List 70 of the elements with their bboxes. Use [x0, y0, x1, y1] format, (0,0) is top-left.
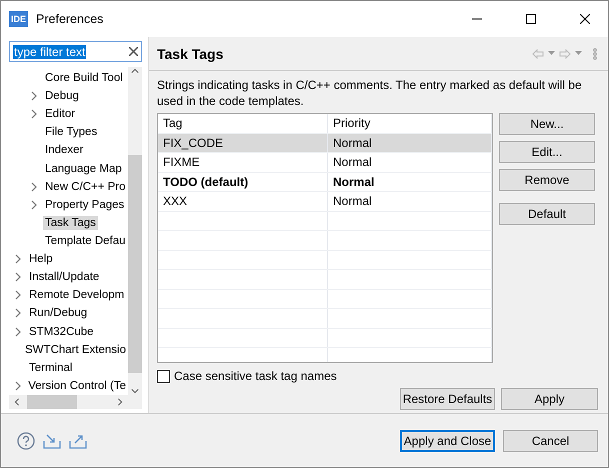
expand-chevron-icon [13, 380, 23, 391]
table-cell[interactable]: Normal [328, 134, 492, 152]
dialog-button[interactable]: Apply and Close [400, 430, 495, 452]
clear-icon[interactable] [129, 47, 138, 56]
description-text: Strings indicating tasks in C/C++ comments. The entry marked as default will be used in the code templates. [157, 77, 583, 109]
checkbox-label: Case sensitive task tag names [174, 369, 337, 383]
expand-chevron-icon [29, 91, 39, 102]
tree-item[interactable]: Task Tags [43, 216, 98, 230]
expand-chevron-icon [13, 254, 23, 264]
dropdown-icon[interactable] [548, 51, 555, 56]
close-icon [580, 14, 590, 24]
column-header[interactable]: Tag [158, 114, 328, 132]
page-button[interactable]: Apply [501, 388, 598, 410]
page-title: Task Tags [157, 46, 224, 62]
back-arrow-icon[interactable] [532, 48, 544, 58]
table-cell[interactable]: FIX_CODE [158, 134, 328, 152]
dropdown-icon[interactable] [575, 51, 582, 56]
tree-item[interactable]: Run/Debug [27, 306, 90, 320]
expand-chevron-icon [29, 182, 39, 192]
tree-item[interactable]: New C/C++ Pro [43, 180, 128, 194]
import-icon[interactable] [43, 432, 61, 448]
forward-arrow-icon[interactable] [559, 48, 571, 58]
tree-item[interactable]: Core Build Tool [43, 71, 125, 86]
tree-item[interactable]: Editor [43, 107, 78, 122]
tree-item[interactable]: Version Control (Te [26, 378, 128, 393]
tree-item[interactable]: Help [27, 252, 55, 266]
table-cell[interactable]: TODO (default) [158, 172, 328, 191]
scroll-right-icon [116, 398, 124, 406]
scroll-up-icon [131, 67, 139, 75]
app-logo: IDE [9, 11, 28, 27]
table-cell[interactable]: XXX [158, 192, 328, 210]
dialog-button[interactable]: Cancel [503, 430, 598, 452]
tree-item[interactable]: Indexer [43, 143, 86, 158]
window-title: Preferences [36, 12, 104, 26]
expand-chevron-icon [13, 272, 23, 282]
tree-item[interactable]: File Types [43, 125, 100, 140]
scroll-down-icon [131, 387, 139, 395]
help-icon[interactable] [17, 432, 35, 450]
table-action-button[interactable]: Default [499, 203, 595, 225]
tree-item[interactable]: Language Map [43, 162, 124, 176]
tree-item[interactable]: Property Pages [43, 198, 126, 212]
filter-field[interactable]: type filter text [9, 41, 142, 62]
table-cell[interactable]: Normal [328, 153, 492, 172]
expand-chevron-icon [13, 290, 23, 300]
expand-chevron-icon [13, 308, 23, 318]
page-button[interactable]: Restore Defaults [400, 388, 495, 410]
vertical-scrollbar[interactable] [128, 67, 142, 395]
tree-item[interactable]: STM32Cube [27, 324, 96, 339]
table-cell[interactable]: Normal [328, 172, 492, 191]
tree-item[interactable]: Terminal [27, 360, 74, 375]
scroll-left-icon [13, 398, 21, 406]
tree-item[interactable]: Template Defau [43, 234, 128, 248]
menu-dots-icon[interactable] [592, 48, 598, 60]
tree-item[interactable]: Remote Developm [27, 288, 126, 302]
export-icon[interactable] [69, 432, 87, 448]
tree-item[interactable]: SWTChart Extensio [23, 342, 128, 357]
expand-chevron-icon [13, 326, 23, 337]
horizontal-scrollbar[interactable] [9, 395, 142, 409]
tree-item[interactable]: Install/Update [27, 270, 102, 284]
table-action-button[interactable]: New... [499, 113, 595, 135]
column-header[interactable]: Priority [328, 114, 492, 132]
maximize-icon [526, 14, 536, 24]
table-action-button[interactable]: Edit... [499, 141, 595, 163]
tree-item[interactable]: Debug [43, 89, 81, 104]
table-cell[interactable]: FIXME [158, 153, 328, 172]
checkbox[interactable] [157, 370, 170, 382]
table-cell[interactable]: Normal [328, 192, 492, 210]
expand-chevron-icon [29, 109, 39, 120]
table-action-button[interactable]: Remove [499, 169, 595, 191]
expand-chevron-icon [29, 200, 39, 210]
